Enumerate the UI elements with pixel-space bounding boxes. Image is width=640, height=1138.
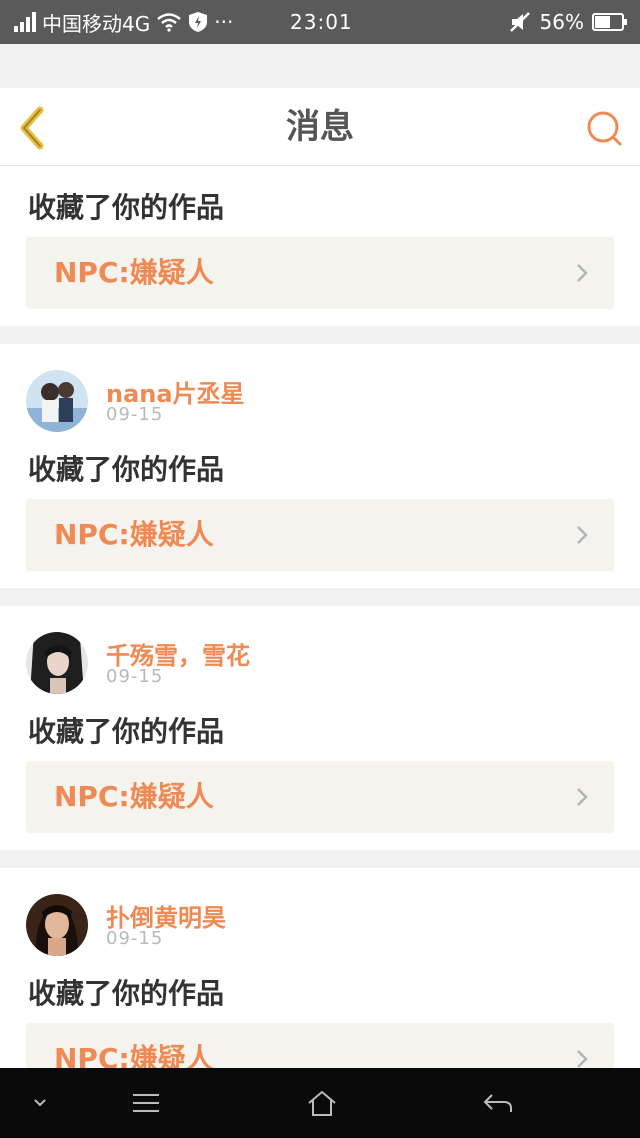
message-card: 扑倒黄明昊 09-15 收藏了你的作品 NPC:嫌疑人 [0, 868, 640, 1068]
search-button[interactable] [586, 110, 624, 148]
back-nav-button[interactable] [466, 1068, 530, 1138]
battery-percent: 56% [539, 10, 584, 34]
system-nav-bar [0, 1068, 640, 1138]
hide-nav-button[interactable] [20, 1068, 60, 1138]
message-date: 09-15 [106, 928, 164, 949]
home-icon [308, 1090, 336, 1116]
message-date: 09-15 [106, 666, 164, 687]
status-time: 23:01 [290, 10, 353, 34]
status-bar: 中国移动4G ··· 23:01 56% [0, 0, 640, 44]
work-link[interactable]: NPC:嫌疑人 [26, 499, 614, 571]
work-link[interactable]: NPC:嫌疑人 [26, 1023, 614, 1068]
message-card: 收藏了你的作品 NPC:嫌疑人 [0, 166, 640, 326]
page-title: 消息 [286, 107, 354, 147]
header-bar: 消息 [0, 88, 640, 166]
menu-icon [133, 1094, 159, 1112]
more-dots: ··· [214, 10, 234, 34]
work-title: NPC:嫌疑人 [54, 256, 214, 289]
message-card: 千殇雪，雪花 09-15 收藏了你的作品 NPC:嫌疑人 [0, 606, 640, 850]
avatar[interactable] [26, 894, 88, 956]
menu-button[interactable] [116, 1068, 176, 1138]
avatar[interactable] [26, 632, 88, 694]
chevron-right-icon [577, 788, 588, 806]
work-link[interactable]: NPC:嫌疑人 [26, 237, 614, 309]
carrier-label: 中国移动4G [42, 11, 151, 36]
status-right: 56% [508, 0, 628, 44]
battery-icon [592, 13, 627, 31]
back-arrow-icon [483, 1094, 512, 1112]
search-icon [587, 111, 622, 146]
work-link[interactable]: NPC:嫌疑人 [26, 761, 614, 833]
message-action: 收藏了你的作品 [28, 715, 225, 748]
message-date: 09-15 [106, 404, 164, 425]
avatar[interactable] [26, 370, 88, 432]
message-action: 收藏了你的作品 [28, 977, 225, 1010]
mute-icon [509, 12, 530, 32]
chevron-down-icon [34, 1099, 46, 1107]
chevron-right-icon [577, 526, 588, 544]
home-button[interactable] [290, 1068, 354, 1138]
chevron-right-icon [577, 1050, 588, 1068]
message-action: 收藏了你的作品 [28, 191, 225, 224]
status-left: 中国移动4G ··· [14, 0, 233, 44]
message-action: 收藏了你的作品 [28, 453, 225, 486]
work-title: NPC:嫌疑人 [54, 1042, 214, 1068]
message-card: nana片丞星 09-15 收藏了你的作品 NPC:嫌疑人 [0, 344, 640, 588]
top-spacer [0, 44, 640, 88]
work-title: NPC:嫌疑人 [54, 780, 214, 813]
work-title: NPC:嫌疑人 [54, 518, 214, 551]
signal-icon [14, 12, 36, 32]
wifi-icon [157, 13, 182, 32]
shield-icon [189, 12, 208, 32]
chevron-right-icon [577, 264, 588, 282]
message-list[interactable]: 收藏了你的作品 NPC:嫌疑人 nana片丞星 09-15 收藏了你的作品 NP… [0, 166, 640, 1068]
